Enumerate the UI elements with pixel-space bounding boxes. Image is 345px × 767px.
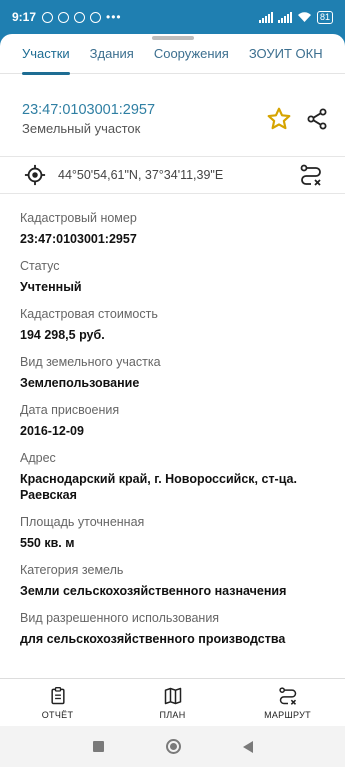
field-value: 550 кв. м [20,536,75,550]
route-icon[interactable] [299,163,323,187]
battery-icon: 81 [316,10,333,24]
field-label: Дата присвоения [20,403,120,417]
field-permitted-use: Вид разрешенного использования для сельс… [20,610,345,647]
field-status: Статус Учтенный [20,258,345,295]
tab-zouit[interactable]: ЗОУИТ ОКН [249,34,323,74]
home-icon[interactable] [165,739,181,754]
sync-icon [90,11,102,23]
field-value: Землепользование [20,376,140,390]
field-value: 194 298,5 руб. [20,328,105,342]
coordinates-text[interactable]: 44°50'54,61"N, 37°34'11,39"E [58,168,223,182]
share-icon[interactable] [305,107,329,131]
wifi-icon [297,12,311,22]
field-label: Вид разрешенного использования [20,611,220,625]
target-icon[interactable] [24,164,46,186]
report-button[interactable]: ОТЧЁТ [0,679,115,726]
report-label: ОТЧЁТ [41,709,74,720]
plan-button[interactable]: ПЛАН [115,679,230,726]
alarm-icon [42,11,54,23]
tab-structures[interactable]: Сооружения [154,34,229,74]
status-right: 81 [258,10,333,24]
field-value: для сельскохозяйственного производства [20,632,286,646]
route-label: МАРШРУТ [264,709,311,720]
field-label: Кадастровая стоимость [20,307,158,321]
main-card: Участки Здания Сооружения ЗОУИТ ОКН 23:4… [0,34,345,767]
back-icon[interactable] [242,740,253,753]
attributes-list: Кадастровый номер 23:47:0103001:2957 Ста… [0,194,345,647]
route-button[interactable]: МАРШРУТ [230,679,345,726]
whatsapp-icon [58,11,70,23]
star-icon[interactable] [266,106,292,132]
field-value: Земли сельскохозяйственного назначения [20,584,287,598]
notification-icons: ••• [42,10,122,24]
field-label: Адрес [20,451,56,465]
field-cadastral-cost: Кадастровая стоимость 194 298,5 руб. [20,306,345,343]
field-value: Учтенный [20,280,82,294]
plan-label: ПЛАН [159,709,186,720]
field-label: Площадь уточненная [20,515,145,529]
route-icon [278,686,296,705]
tab-bar: Участки Здания Сооружения ЗОУИТ ОКН [0,34,345,75]
field-label: Статус [20,259,60,273]
field-value: Краснодарский край, г. Новороссийск, ст-… [20,472,297,502]
coordinates-row: 44°50'54,61"N, 37°34'11,39"E [0,156,345,194]
field-area: Площадь уточненная 550 кв. м [20,514,345,551]
tab-parcels[interactable]: Участки [22,34,70,75]
signal-icon [258,11,273,23]
system-navigation-bar [0,726,345,767]
bottom-nav: ОТЧЁТ ПЛАН МАРШРУТ [0,678,345,726]
status-bar: 9:17 ••• 81 [0,0,345,34]
object-header: 23:47:0103001:2957 Земельный участок [0,74,345,156]
field-label: Кадастровый номер [20,211,137,225]
field-label: Вид земельного участка [20,355,161,369]
field-parcel-type: Вид земельного участка Землепользование [20,354,345,391]
status-time: 9:17 [12,10,37,24]
recent-apps-icon[interactable] [92,741,104,752]
field-value: 2016-12-09 [20,424,84,438]
map-icon [164,687,181,704]
signal2-icon [277,11,292,23]
field-assignment-date: Дата присвоения 2016-12-09 [20,402,345,439]
tab-buildings[interactable]: Здания [90,34,134,74]
field-land-category: Категория земель Земли сельскохозяйствен… [20,562,345,599]
field-value: 23:47:0103001:2957 [20,232,137,246]
field-cadastral-number: Кадастровый номер 23:47:0103001:2957 [20,210,345,247]
telegram-icon [74,11,86,23]
field-label: Категория земель [20,563,124,577]
more-notifications-icon: ••• [106,10,122,24]
field-address: Адрес Краснодарский край, г. Новороссийс… [20,450,345,503]
report-icon [50,686,65,704]
